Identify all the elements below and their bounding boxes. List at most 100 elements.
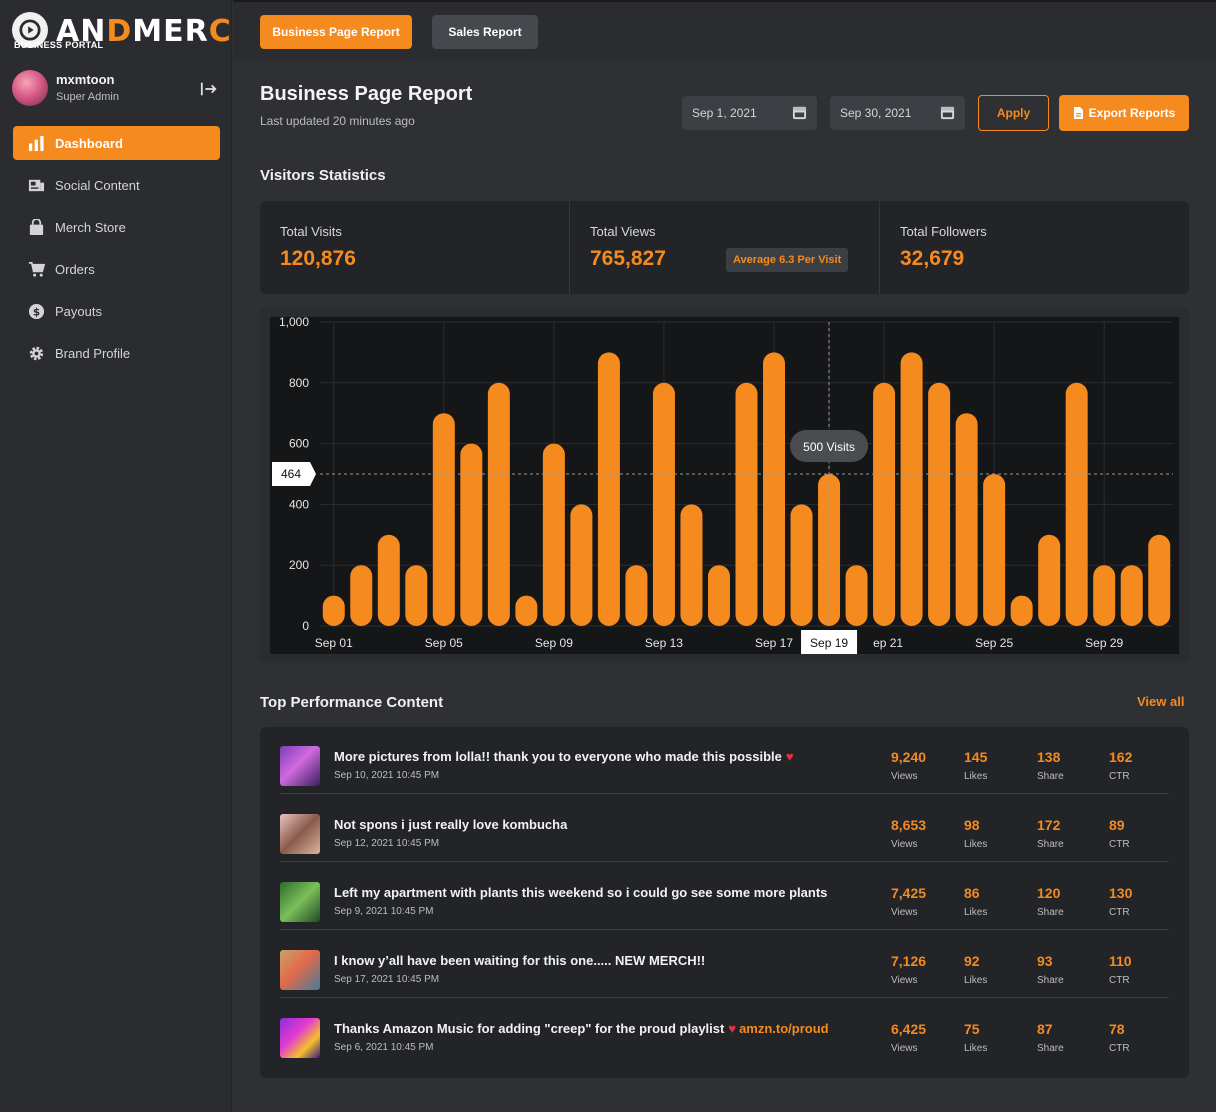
apply-button[interactable]: Apply <box>978 95 1049 131</box>
content-thumbnail <box>280 882 320 922</box>
visitors-statistics-title: Visitors Statistics <box>260 167 386 184</box>
chart-bar[interactable] <box>1148 534 1171 626</box>
main-content: Business Page Report Last updated 20 min… <box>233 60 1216 1112</box>
content-date: Sep 12, 2021 10:45 PM <box>334 838 440 849</box>
content-thumbnail <box>280 814 320 854</box>
chart-bar[interactable] <box>1120 565 1143 626</box>
stat-total-visits: Total Visits 120,876 <box>260 201 570 294</box>
chart-bar[interactable] <box>460 443 483 626</box>
content-date: Sep 9, 2021 10:45 PM <box>334 906 434 917</box>
list-item[interactable]: I know y’all have been waiting for this … <box>280 931 1169 998</box>
chart-bar[interactable] <box>983 474 1006 626</box>
chart-bar[interactable] <box>845 565 868 626</box>
chart-bar[interactable] <box>515 595 538 626</box>
chart-area: 0 200 400 600 800 1,000 464 500 Visits Sep 01 Sep… <box>270 317 1179 654</box>
chart-bar[interactable] <box>570 504 593 626</box>
chart-bar[interactable] <box>377 534 400 626</box>
metric-views: 7,425 Views <box>891 885 927 918</box>
shopping-bag-icon <box>27 218 45 236</box>
list-item[interactable]: Not spons i just really love kombucha Se… <box>280 795 1169 862</box>
chart-bar[interactable] <box>625 565 648 626</box>
chart-bar[interactable] <box>763 352 786 626</box>
stat-label: Total Followers <box>900 224 987 239</box>
visits-bar-chart[interactable]: 0 200 400 600 800 1,000 464 500 Visits Sep 01 Sep… <box>270 317 1179 654</box>
sidebar-item-brand-profile[interactable]: Brand Profile <box>13 336 220 370</box>
stat-total-views: Total Views 765,827 Average 6.3 Per Visi… <box>570 201 880 294</box>
chart-bar[interactable] <box>790 504 813 626</box>
content-date: Sep 17, 2021 10:45 PM <box>334 974 440 985</box>
metric-views: 9,240 Views <box>891 749 927 782</box>
sidebar-item-dashboard[interactable]: Dashboard <box>13 126 220 160</box>
metric-views: 6,425 Views <box>891 1021 927 1054</box>
x-tick-label: Sep 05 <box>425 636 463 650</box>
sidebar-item-payouts[interactable]: $ Payouts <box>13 294 220 328</box>
metric-share: 87 Share <box>1037 1021 1064 1054</box>
content-date: Sep 10, 2021 10:45 PM <box>334 770 440 781</box>
chart-bar[interactable] <box>432 413 455 626</box>
sidebar-item-orders[interactable]: Orders <box>13 252 220 286</box>
sidebar: ANDMERCH BUSINESS PORTAL mxmtoon Super A… <box>0 0 257 1112</box>
chart-bar[interactable] <box>680 504 703 626</box>
bar-chart-icon <box>27 134 45 152</box>
metric-share: 138 Share <box>1037 749 1064 782</box>
chart-bar[interactable] <box>597 352 620 626</box>
tab-sales-report[interactable]: Sales Report <box>432 15 538 49</box>
gear-icon <box>27 344 45 362</box>
metric-share: 120 Share <box>1037 885 1064 918</box>
chart-bar[interactable] <box>1010 595 1033 626</box>
metric-share: 93 Share <box>1037 953 1064 986</box>
date-from-field[interactable]: Sep 1, 2021 <box>682 96 817 130</box>
visitor-stats-panel: Total Visits 120,876 Total Views 765,827… <box>260 201 1189 294</box>
chart-bar[interactable] <box>955 413 978 626</box>
y-tick-label: 1,000 <box>279 317 309 329</box>
logout-icon[interactable] <box>200 80 218 98</box>
chart-bar[interactable] <box>405 565 428 626</box>
view-all-link[interactable]: View all <box>1137 694 1184 709</box>
top-bar: Business Page Report Sales Report <box>233 0 1216 60</box>
content-title: Thanks Amazon Music for adding "creep" f… <box>334 1021 829 1036</box>
metric-share: 172 Share <box>1037 817 1064 850</box>
content-title: I know y’all have been waiting for this … <box>334 953 706 968</box>
chart-bar[interactable] <box>1065 382 1088 626</box>
content-link[interactable]: amzn.to/proud <box>739 1021 829 1036</box>
chart-bar[interactable] <box>487 382 510 626</box>
sidebar-item-merch-store[interactable]: Merch Store <box>13 210 220 244</box>
average-badge: Average 6.3 Per Visit <box>726 248 849 272</box>
tab-business-page-report[interactable]: Business Page Report <box>260 15 412 49</box>
newspaper-icon <box>27 176 45 194</box>
chart-bar[interactable] <box>900 352 923 626</box>
metric-views: 8,653 Views <box>891 817 927 850</box>
chart-bar[interactable] <box>1038 534 1061 626</box>
chart-bar[interactable] <box>652 382 675 626</box>
chart-bar[interactable] <box>707 565 730 626</box>
date-to-value: Sep 30, 2021 <box>840 106 912 120</box>
user-role: Super Admin <box>56 91 119 103</box>
avatar[interactable] <box>12 70 48 106</box>
chart-bar[interactable] <box>350 565 373 626</box>
content-thumbnail <box>280 1018 320 1058</box>
list-item[interactable]: More pictures from lolla!! thank you to … <box>280 727 1169 794</box>
x-tick-label: ep 21 <box>873 636 903 650</box>
list-item[interactable]: Left my apartment with plants this weeke… <box>280 863 1169 930</box>
chart-bar[interactable] <box>735 382 758 626</box>
svg-text:$: $ <box>32 306 39 318</box>
y-tick-label: 800 <box>289 376 309 390</box>
chart-bar[interactable] <box>928 382 951 626</box>
chart-bar[interactable] <box>542 443 565 626</box>
calendar-icon <box>940 106 955 120</box>
list-item[interactable]: Thanks Amazon Music for adding "creep" f… <box>280 999 1169 1066</box>
export-reports-button[interactable]: Export Reports <box>1059 95 1189 131</box>
content-thumbnail <box>280 746 320 786</box>
chart-bar[interactable] <box>322 595 345 626</box>
date-to-field[interactable]: Sep 30, 2021 <box>830 96 965 130</box>
metric-ctr: 162 CTR <box>1109 749 1133 782</box>
chart-bar[interactable] <box>873 382 896 626</box>
sidebar-item-social-content[interactable]: Social Content <box>13 168 220 202</box>
brand-logo[interactable]: ANDMERCH BUSINESS PORTAL <box>12 10 257 54</box>
stat-total-followers: Total Followers 32,679 <box>880 201 1189 294</box>
visits-chart-card: 0 200 400 600 800 1,000 464 500 Visits Sep 01 Sep… <box>260 307 1189 663</box>
x-tick-label: Sep 01 <box>315 636 353 650</box>
sidebar-item-label: Brand Profile <box>55 345 131 361</box>
chart-bar[interactable] <box>1093 565 1116 626</box>
export-label: Export Reports <box>1088 106 1176 120</box>
